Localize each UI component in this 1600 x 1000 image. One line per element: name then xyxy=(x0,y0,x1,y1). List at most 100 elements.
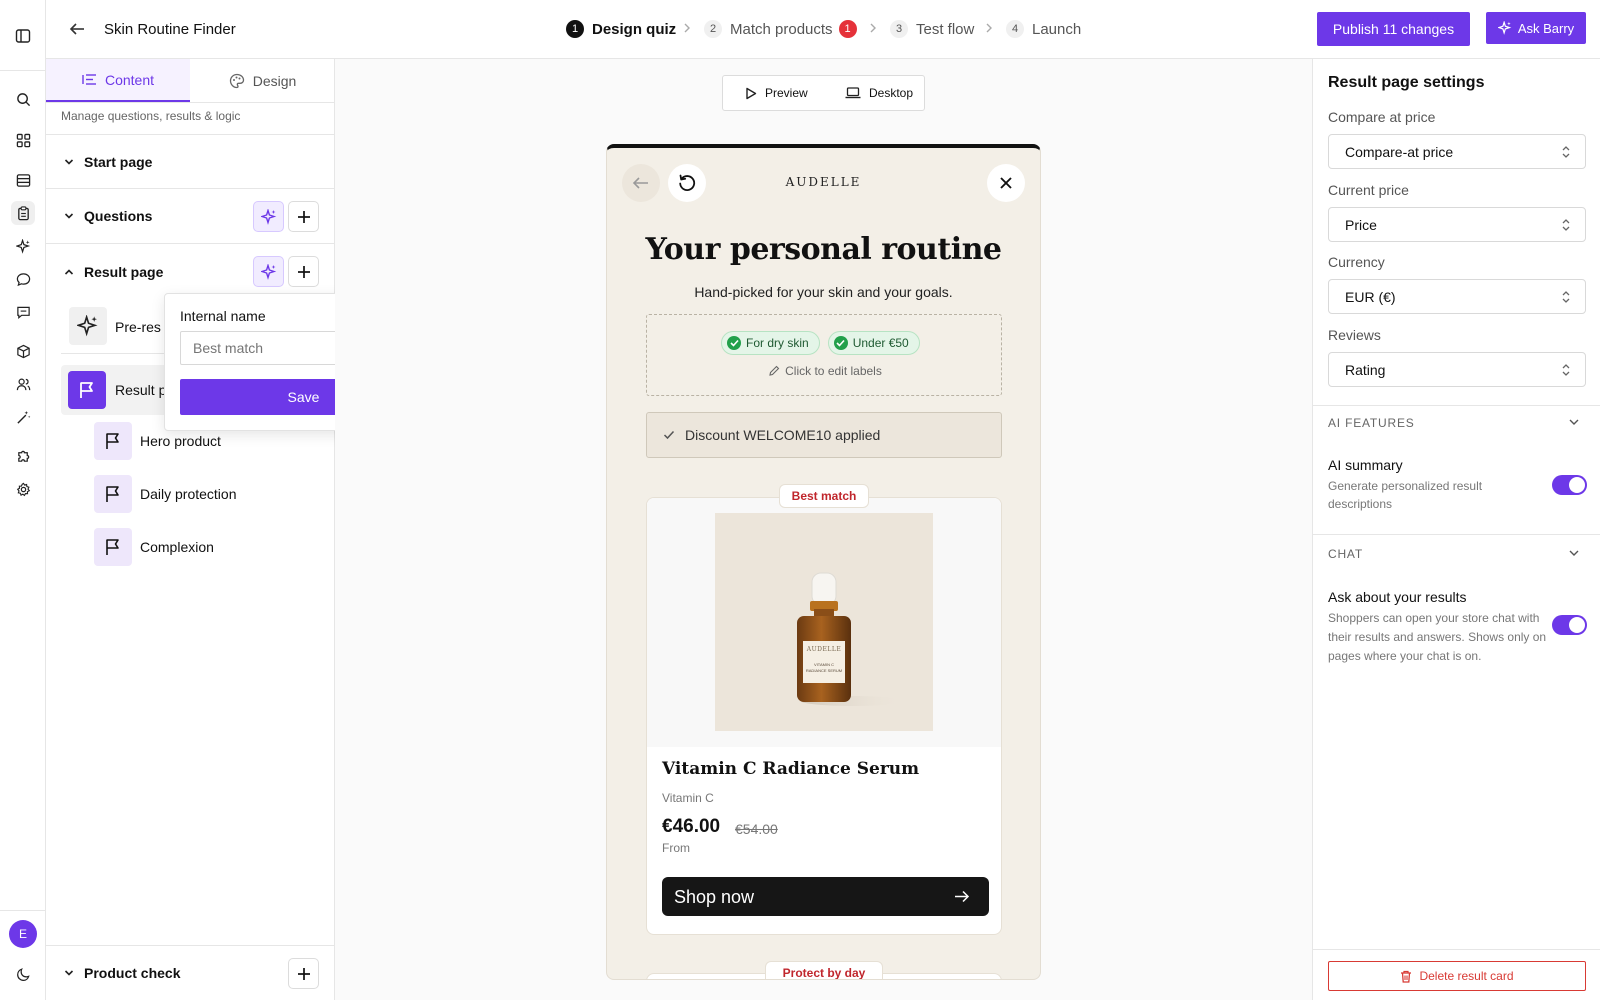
sparkle-icon xyxy=(1497,21,1512,35)
shop-now-label: Shop now xyxy=(674,887,755,907)
checkmark-icon xyxy=(663,430,675,440)
chip-label: For dry skin xyxy=(746,336,809,350)
shop-now-button[interactable]: Shop now xyxy=(662,877,989,916)
chevron-updown-icon xyxy=(1561,363,1571,377)
internal-name-label: Internal name xyxy=(180,308,266,324)
sparkle-icon[interactable] xyxy=(11,234,35,258)
delete-label: Delete result card xyxy=(1419,969,1514,983)
item-label: Daily protection xyxy=(140,486,237,502)
preview-toolbar: Preview Desktop xyxy=(722,75,925,111)
check-circle-icon xyxy=(727,336,741,350)
phone-preview: AUDELLE Your personal routine Hand-picke… xyxy=(606,144,1041,980)
reviews-select[interactable]: Rating xyxy=(1328,352,1586,387)
tab-design[interactable]: Design xyxy=(190,59,335,102)
search-icon[interactable] xyxy=(11,87,35,111)
section-start-page[interactable]: Start page xyxy=(46,134,335,189)
result-settings-panel: Result page settings Compare at price Co… xyxy=(1312,59,1600,1000)
discount-text: Discount WELCOME10 applied xyxy=(685,427,881,443)
content-panel: Content Design Manage questions, results… xyxy=(46,59,335,1000)
chip-under-50[interactable]: Under €50 xyxy=(827,331,920,355)
desktop-toggle-button[interactable]: Desktop xyxy=(845,86,913,100)
settings-gear-icon[interactable] xyxy=(11,477,35,501)
layout-icon[interactable] xyxy=(11,168,35,192)
magic-wand-icon[interactable] xyxy=(11,405,35,429)
step-number: 1 xyxy=(566,20,584,38)
step-label: Test flow xyxy=(916,20,975,38)
add-question-button[interactable] xyxy=(288,201,319,232)
chat-section-title: CHAT xyxy=(1328,547,1363,561)
item-daily-protection[interactable]: Daily protection xyxy=(94,475,324,515)
reviews-label: Reviews xyxy=(1328,327,1381,343)
sidebar-toggle-icon[interactable] xyxy=(11,24,35,48)
sparkle-icon xyxy=(260,208,277,225)
currency-select[interactable]: EUR (€) xyxy=(1328,279,1586,314)
chevron-updown-icon xyxy=(1561,145,1571,159)
ask-barry-label: Ask Barry xyxy=(1517,20,1575,36)
compare-price-select[interactable]: Compare-at price xyxy=(1328,134,1586,169)
item-complexion[interactable]: Complexion xyxy=(94,528,324,568)
publish-button[interactable]: Publish 11 changes xyxy=(1317,12,1470,46)
ai-summary-toggle[interactable] xyxy=(1552,475,1587,495)
chevron-down-icon[interactable] xyxy=(1568,418,1580,426)
product-compare-price: €54.00 xyxy=(735,821,778,837)
select-value: Compare-at price xyxy=(1345,143,1454,160)
step-match-products[interactable]: 2 Match products 1 xyxy=(704,20,857,38)
ai-generate-questions-button[interactable] xyxy=(253,201,284,232)
step-design-quiz[interactable]: 1 Design quiz xyxy=(566,20,676,38)
product-name: Vitamin C Radiance Serum xyxy=(662,759,920,779)
top-header: Skin Routine Finder 1 Design quiz 2 Matc… xyxy=(46,0,1600,59)
tab-content[interactable]: Content xyxy=(46,59,190,102)
best-match-badge: Best match xyxy=(779,484,869,508)
users-icon[interactable] xyxy=(11,372,35,396)
chevron-updown-icon xyxy=(1561,290,1571,304)
back-arrow-icon[interactable] xyxy=(66,18,88,40)
laptop-icon xyxy=(845,87,861,99)
ai-generate-results-button[interactable] xyxy=(253,256,284,287)
desktop-label: Desktop xyxy=(869,86,914,100)
chat-title: Ask about your results xyxy=(1328,589,1467,605)
ask-about-results-toggle[interactable] xyxy=(1552,615,1587,635)
chevron-up-icon xyxy=(64,268,74,276)
chip-row: For dry skin Under €50 xyxy=(721,331,920,355)
step-launch[interactable]: 4 Launch xyxy=(1006,20,1081,38)
current-price-select[interactable]: Price xyxy=(1328,207,1586,242)
chevron-down-icon xyxy=(64,969,74,977)
user-avatar[interactable]: E xyxy=(9,920,37,948)
close-quiz-button[interactable] xyxy=(987,164,1025,202)
quiz-clipboard-icon[interactable] xyxy=(11,201,35,225)
select-value: Price xyxy=(1345,216,1377,233)
tab-label: Design xyxy=(252,72,297,89)
package-icon[interactable] xyxy=(11,339,35,363)
edit-labels-hint[interactable]: Click to edit labels xyxy=(647,364,1003,378)
play-icon xyxy=(745,87,757,100)
flag-icon xyxy=(94,422,132,460)
chevron-down-icon[interactable] xyxy=(1568,549,1580,557)
flag-icon xyxy=(68,371,106,409)
check-circle-icon xyxy=(833,336,848,350)
product-category: Vitamin C xyxy=(662,791,714,805)
warning-count-badge: 1 xyxy=(838,20,857,38)
dashboard-icon[interactable] xyxy=(11,128,35,152)
labels-dropzone[interactable]: For dry skin Under €50 Click to edit lab… xyxy=(646,314,1002,396)
section-title: Questions xyxy=(84,208,153,224)
ask-barry-button[interactable]: Ask Barry xyxy=(1486,12,1586,44)
product-card[interactable]: AUDELLE VITAMIN C RADIANCE SERUM Vitamin… xyxy=(646,497,1002,935)
preview-label: Preview xyxy=(765,86,808,100)
section-title: Result page xyxy=(84,264,164,280)
select-value: EUR (€) xyxy=(1345,288,1396,305)
step-test-flow[interactable]: 3 Test flow xyxy=(890,20,974,38)
add-result-button[interactable] xyxy=(288,256,319,287)
step-number: 2 xyxy=(704,20,722,38)
puzzle-icon[interactable] xyxy=(11,444,35,468)
step-label: Launch xyxy=(1032,20,1082,38)
add-product-check-button[interactable] xyxy=(288,958,319,989)
chip-dry-skin[interactable]: For dry skin xyxy=(721,331,820,355)
step-number: 3 xyxy=(890,20,908,38)
message-square-icon[interactable] xyxy=(11,300,35,324)
delete-result-card-button[interactable]: Delete result card xyxy=(1328,961,1586,991)
preview-button[interactable]: Preview xyxy=(745,86,808,100)
dark-mode-moon-icon[interactable] xyxy=(11,962,35,986)
step-label: Design quiz xyxy=(592,20,677,38)
panel-subtitle: Manage questions, results & logic xyxy=(61,109,241,123)
chat-icon[interactable] xyxy=(11,267,35,291)
